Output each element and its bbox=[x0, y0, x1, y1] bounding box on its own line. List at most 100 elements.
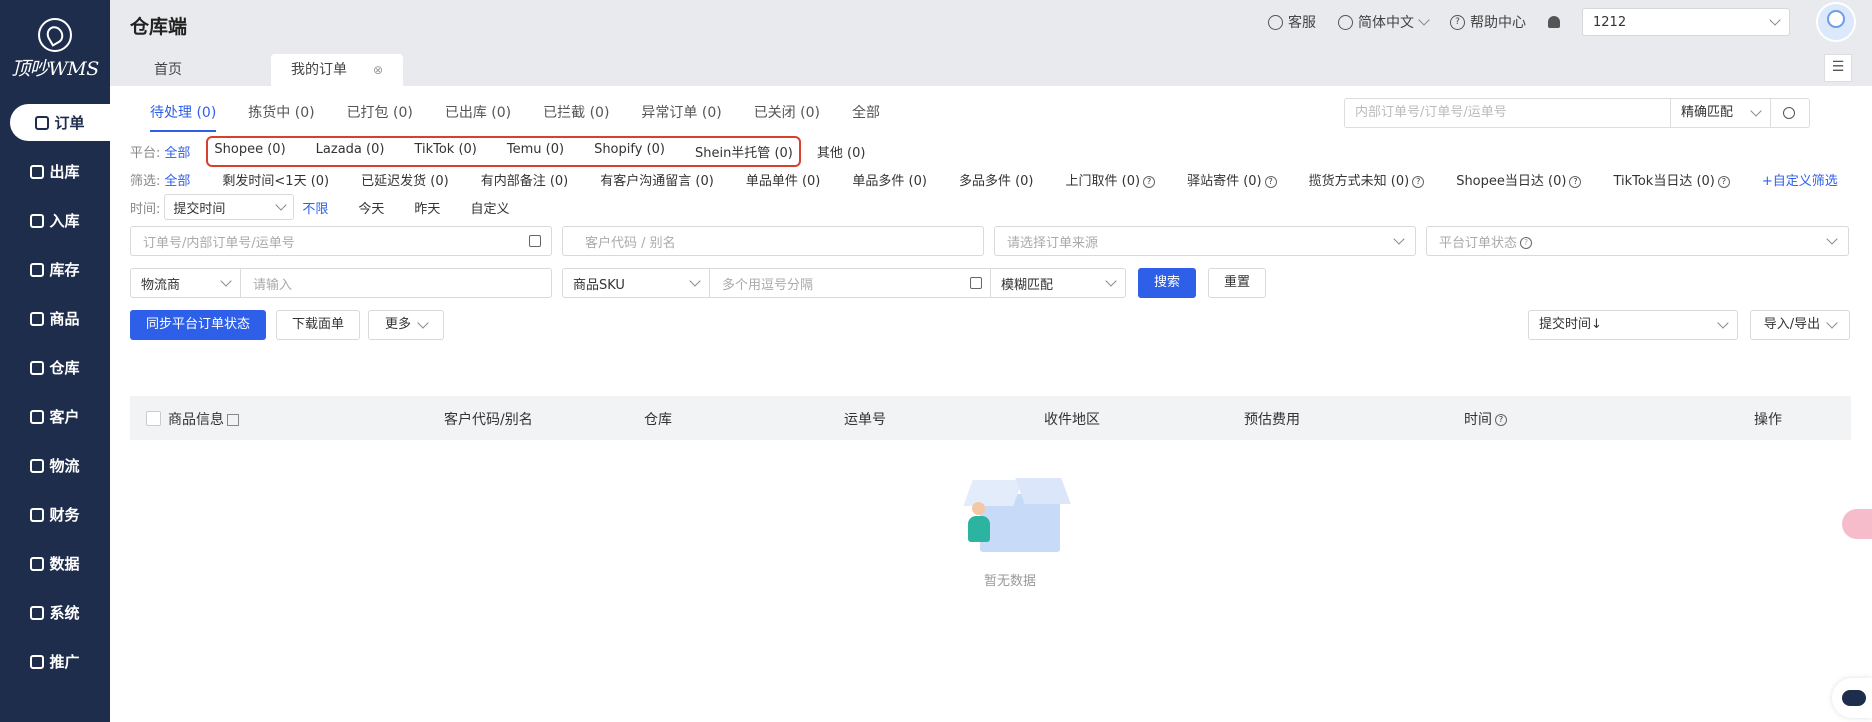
carrier-select[interactable]: 物流商 bbox=[131, 269, 241, 297]
chevron-down-icon bbox=[1826, 317, 1838, 329]
select-all-checkbox[interactable] bbox=[146, 411, 161, 426]
empty-state: 暂无数据 bbox=[925, 466, 1095, 589]
time-today[interactable]: 今天 bbox=[358, 198, 384, 217]
chevron-down-icon bbox=[275, 199, 288, 211]
brand-logo[interactable]: 顶吵WMS bbox=[0, 18, 110, 81]
expand-icon[interactable] bbox=[529, 235, 541, 247]
col-time: 时间? bbox=[1464, 409, 1507, 429]
platform-order-status-select[interactable]: 平台订单状态? bbox=[1426, 226, 1849, 256]
warehouse-icon bbox=[30, 360, 45, 375]
sidebar-item-products[interactable]: 商品 bbox=[0, 300, 110, 337]
sync-status-button[interactable]: 同步平台订单状态 bbox=[130, 310, 266, 340]
tab-abnormal[interactable]: 异常订单 (0) bbox=[641, 102, 721, 132]
platform-shopify[interactable]: Shopify (0) bbox=[594, 142, 665, 161]
logo-mark-icon bbox=[38, 18, 72, 52]
custom-filter-link[interactable]: +自定义筛选 bbox=[1762, 170, 1838, 189]
sidebar-item-logistics[interactable]: 物流 bbox=[0, 447, 110, 484]
expand-icon[interactable] bbox=[227, 414, 239, 426]
tab-picking[interactable]: 拣货中 (0) bbox=[248, 102, 314, 132]
avatar[interactable] bbox=[1816, 2, 1856, 42]
platform-highlight-box: Shopee (0) Lazada (0) TikTok (0) Temu (0… bbox=[206, 136, 801, 167]
top-search-input[interactable]: 内部订单号/订单号/运单号 bbox=[1345, 99, 1670, 127]
time-custom[interactable]: 自定义 bbox=[470, 198, 509, 217]
filter-customer-message[interactable]: 有客户沟通留言 (0) bbox=[600, 170, 714, 189]
time-type-select[interactable]: 提交时间 bbox=[164, 194, 295, 220]
download-label-button[interactable]: 下载面单 bbox=[276, 310, 360, 340]
more-button[interactable]: 更多 bbox=[368, 310, 444, 340]
search-button[interactable]: 搜索 bbox=[1138, 268, 1196, 298]
filter-shopee-sameday[interactable]: Shopee当日达 (0)? bbox=[1456, 170, 1582, 189]
filter-collection-unknown[interactable]: 揽货方式未知 (0)? bbox=[1309, 170, 1425, 189]
carrier-input[interactable]: 请输入 bbox=[241, 274, 551, 293]
tab-packed[interactable]: 已打包 (0) bbox=[347, 102, 413, 132]
chevron-down-icon bbox=[1769, 14, 1781, 26]
tab-home[interactable]: 首页 bbox=[134, 54, 202, 86]
order-icon bbox=[35, 115, 50, 130]
customer-service-link[interactable]: 客服 bbox=[1268, 12, 1316, 32]
headset-icon bbox=[1268, 14, 1283, 30]
chart-icon bbox=[30, 556, 45, 571]
account-select[interactable]: 1212 bbox=[1582, 8, 1790, 36]
bell-icon[interactable] bbox=[1548, 16, 1560, 28]
platform-shopee[interactable]: Shopee (0) bbox=[214, 142, 285, 161]
time-unlimited[interactable]: 不限 bbox=[302, 198, 328, 217]
filter-delayed[interactable]: 已延迟发货 (0) bbox=[361, 170, 449, 189]
chevron-down-icon bbox=[1105, 275, 1117, 287]
filter-station-drop[interactable]: 驿站寄件 (0)? bbox=[1187, 170, 1277, 189]
time-yesterday[interactable]: 昨天 bbox=[414, 198, 440, 217]
filter-tiktok-sameday[interactable]: TikTok当日达 (0)? bbox=[1613, 170, 1730, 189]
translate-icon[interactable] bbox=[1842, 509, 1872, 539]
filter-multi-item-multi[interactable]: 多品多件 (0) bbox=[959, 170, 1034, 189]
tab-shipped[interactable]: 已出库 (0) bbox=[445, 102, 511, 132]
top-search: 内部订单号/订单号/运单号 精确匹配 bbox=[1344, 98, 1810, 128]
filter-ship-within-1day[interactable]: 剩发时间<1天 (0) bbox=[222, 170, 329, 189]
tab-my-orders[interactable]: 我的订单 ⊗ bbox=[271, 54, 404, 86]
sku-input[interactable]: 多个用逗号分隔 bbox=[710, 274, 970, 293]
filter-all[interactable]: 全部 bbox=[164, 170, 190, 189]
sidebar-item-finance[interactable]: 财务 bbox=[0, 496, 110, 533]
search-icon[interactable] bbox=[1770, 99, 1809, 127]
sidebar-item-data[interactable]: 数据 bbox=[0, 545, 110, 582]
table-header: 商品信息 客户代码/别名 仓库 运单号 收件地区 预估费用 时间? 操作 bbox=[130, 396, 1851, 440]
sidebar-item-customers[interactable]: 客户 bbox=[0, 398, 110, 435]
menu-icon[interactable]: ☰ bbox=[1824, 54, 1852, 82]
reset-button[interactable]: 重置 bbox=[1208, 268, 1266, 298]
sku-type-select[interactable]: 商品SKU bbox=[563, 269, 710, 297]
sidebar-item-inbound[interactable]: 入库 bbox=[0, 202, 110, 239]
expand-icon[interactable] bbox=[970, 277, 982, 289]
language-selector[interactable]: 简体中文 bbox=[1338, 12, 1430, 32]
tab-intercepted[interactable]: 已拦截 (0) bbox=[543, 102, 609, 132]
filter-single-item-multi[interactable]: 单品多件 (0) bbox=[852, 170, 927, 189]
sort-select[interactable]: 提交时间↓ bbox=[1528, 310, 1738, 340]
platform-other[interactable]: 其他 (0) bbox=[817, 142, 866, 161]
sidebar-item-outbound[interactable]: 出库 bbox=[0, 153, 110, 190]
platform-all[interactable]: 全部 bbox=[164, 142, 190, 161]
platform-temu[interactable]: Temu (0) bbox=[507, 142, 564, 161]
match-mode-select[interactable]: 精确匹配 bbox=[1670, 99, 1770, 127]
platform-lazada[interactable]: Lazada (0) bbox=[316, 142, 385, 161]
filter-single-item-single[interactable]: 单品单件 (0) bbox=[746, 170, 821, 189]
import-export-button[interactable]: 导入/导出 bbox=[1750, 310, 1850, 340]
product-icon bbox=[30, 311, 45, 326]
sidebar-item-orders[interactable]: 订单 bbox=[10, 104, 110, 141]
sidebar-item-promotion[interactable]: 推广 bbox=[0, 643, 110, 680]
sidebar-item-warehouse[interactable]: 仓库 bbox=[0, 349, 110, 386]
fuzzy-match-select[interactable]: 模糊匹配 bbox=[990, 269, 1125, 297]
order-number-input[interactable]: 订单号/内部订单号/运单号 bbox=[130, 226, 552, 256]
platform-shein[interactable]: Shein半托管 (0) bbox=[695, 142, 793, 161]
order-source-select[interactable]: 请选择订单来源 bbox=[994, 226, 1416, 256]
time-filter-row: 时间: 提交时间 不限 今天 昨天 自定义 bbox=[130, 194, 541, 220]
sidebar-item-inventory[interactable]: 库存 bbox=[0, 251, 110, 288]
close-icon[interactable]: ⊗ bbox=[373, 63, 383, 77]
filter-internal-note[interactable]: 有内部备注 (0) bbox=[481, 170, 569, 189]
sidebar-item-system[interactable]: 系统 bbox=[0, 594, 110, 631]
customer-code-input[interactable]: 客户代码 / 别名 bbox=[562, 226, 984, 256]
tab-all[interactable]: 全部 bbox=[852, 102, 880, 132]
tab-pending[interactable]: 待处理 (0) bbox=[150, 102, 217, 132]
robot-assistant-icon[interactable] bbox=[1832, 678, 1872, 718]
filter-pickup[interactable]: 上门取件 (0)? bbox=[1066, 170, 1156, 189]
tab-closed[interactable]: 已关闭 (0) bbox=[754, 102, 820, 132]
chevron-down-icon bbox=[1418, 14, 1430, 26]
help-center-link[interactable]: ? 帮助中心 bbox=[1450, 12, 1526, 32]
platform-tiktok[interactable]: TikTok (0) bbox=[414, 142, 476, 161]
